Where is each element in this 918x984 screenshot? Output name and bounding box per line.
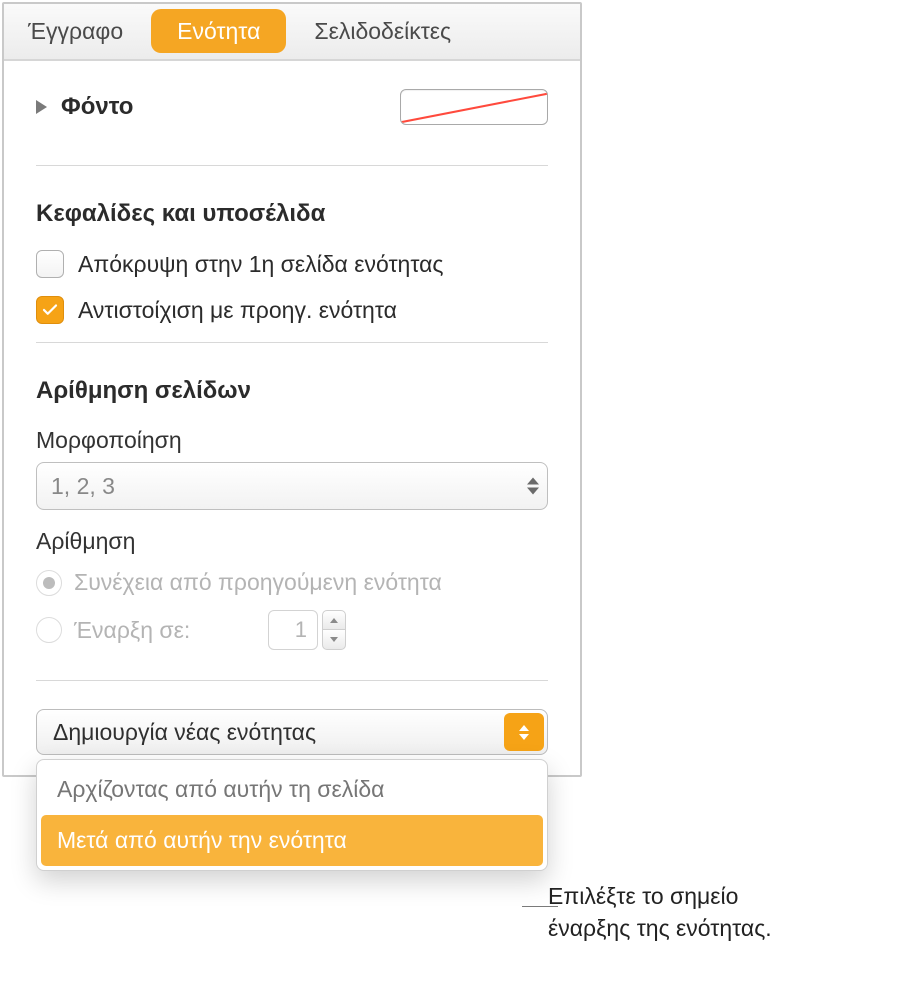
- background-row: Φόντο: [36, 89, 548, 166]
- stepper-down[interactable]: [322, 630, 346, 650]
- headers-footers-title: Κεφαλίδες και υποσέλιδα: [36, 200, 548, 228]
- format-value: 1, 2, 3: [51, 473, 115, 500]
- match-prev-label: Αντιστοίχιση με προηγ. ενότητα: [78, 297, 397, 324]
- numbering-label: Αρίθμηση: [36, 528, 548, 555]
- hide-first-checkbox[interactable]: [36, 250, 64, 278]
- tab-bar: Έγγραφο Ενότητα Σελιδοδείκτες: [4, 4, 580, 61]
- callout-line2: έναρξης της ενότητας.: [548, 912, 772, 944]
- start-at-stepper: [322, 610, 346, 650]
- page-numbering-title: Αρίθμηση σελίδων: [36, 377, 548, 405]
- panel-content: Φόντο Κεφαλίδες και υποσέλιδα Απόκρυψη σ…: [4, 61, 580, 775]
- match-prev-row: Αντιστοίχιση με προηγ. ενότητα: [36, 296, 548, 324]
- inspector-panel: Έγγραφο Ενότητα Σελιδοδείκτες Φόντο Κεφα…: [2, 2, 582, 777]
- divider: [36, 680, 548, 681]
- tab-section[interactable]: Ενότητα: [151, 9, 286, 53]
- background-color-well[interactable]: [400, 89, 548, 125]
- divider: [36, 342, 548, 343]
- new-section-area: Δημιουργία νέας ενότητας Αρχίζοντας από …: [36, 709, 548, 775]
- dropdown-item-after-section[interactable]: Μετά από αυτήν την ενότητα: [41, 815, 543, 866]
- hide-first-label: Απόκρυψη στην 1η σελίδα ενότητας: [78, 251, 443, 278]
- format-label: Μορφοποίηση: [36, 427, 548, 454]
- start-at-radio-row: Έναρξη σε:: [36, 610, 346, 650]
- start-at-radio[interactable]: [36, 617, 62, 643]
- continue-label: Συνέχεια από προηγούμενη ενότητα: [74, 569, 442, 596]
- continue-radio-row: Συνέχεια από προηγούμενη ενότητα: [36, 569, 548, 596]
- callout-line1: Επιλέξτε το σημείο: [548, 880, 772, 912]
- format-select[interactable]: 1, 2, 3: [36, 462, 548, 510]
- continue-radio[interactable]: [36, 570, 62, 596]
- background-disclosure[interactable]: Φόντο: [36, 93, 133, 121]
- new-section-dropdown: Αρχίζοντας από αυτήν τη σελίδα Μετά από …: [36, 759, 548, 871]
- chevron-down-icon: [519, 734, 529, 740]
- background-label: Φόντο: [61, 93, 133, 121]
- chevron-up-icon: [527, 478, 539, 485]
- chevron-up-icon: [519, 725, 529, 731]
- hide-first-row: Απόκρυψη στην 1η σελίδα ενότητας: [36, 250, 548, 278]
- start-at-label: Έναρξη σε:: [74, 617, 190, 644]
- start-at-input[interactable]: [268, 610, 318, 650]
- stepper-up[interactable]: [322, 610, 346, 630]
- match-prev-checkbox[interactable]: [36, 296, 64, 324]
- dropdown-item-from-page[interactable]: Αρχίζοντας από αυτήν τη σελίδα: [41, 764, 543, 815]
- check-icon: [41, 301, 59, 319]
- tab-document[interactable]: Έγγραφο: [4, 4, 147, 59]
- chevron-right-icon: [36, 100, 47, 114]
- tab-bookmarks[interactable]: Σελιδοδείκτες: [290, 4, 475, 59]
- popup-handle-icon: [504, 713, 544, 751]
- start-at-input-group: [268, 610, 346, 650]
- chevron-down-icon: [527, 488, 539, 495]
- chevron-down-icon: [330, 637, 338, 642]
- chevron-up-icon: [330, 618, 338, 623]
- new-section-label: Δημιουργία νέας ενότητας: [53, 719, 316, 746]
- select-stepper-icon: [527, 478, 539, 495]
- new-section-popup[interactable]: Δημιουργία νέας ενότητας: [36, 709, 548, 755]
- callout-text: Επιλέξτε το σημείο έναρξης της ενότητας.: [548, 880, 772, 944]
